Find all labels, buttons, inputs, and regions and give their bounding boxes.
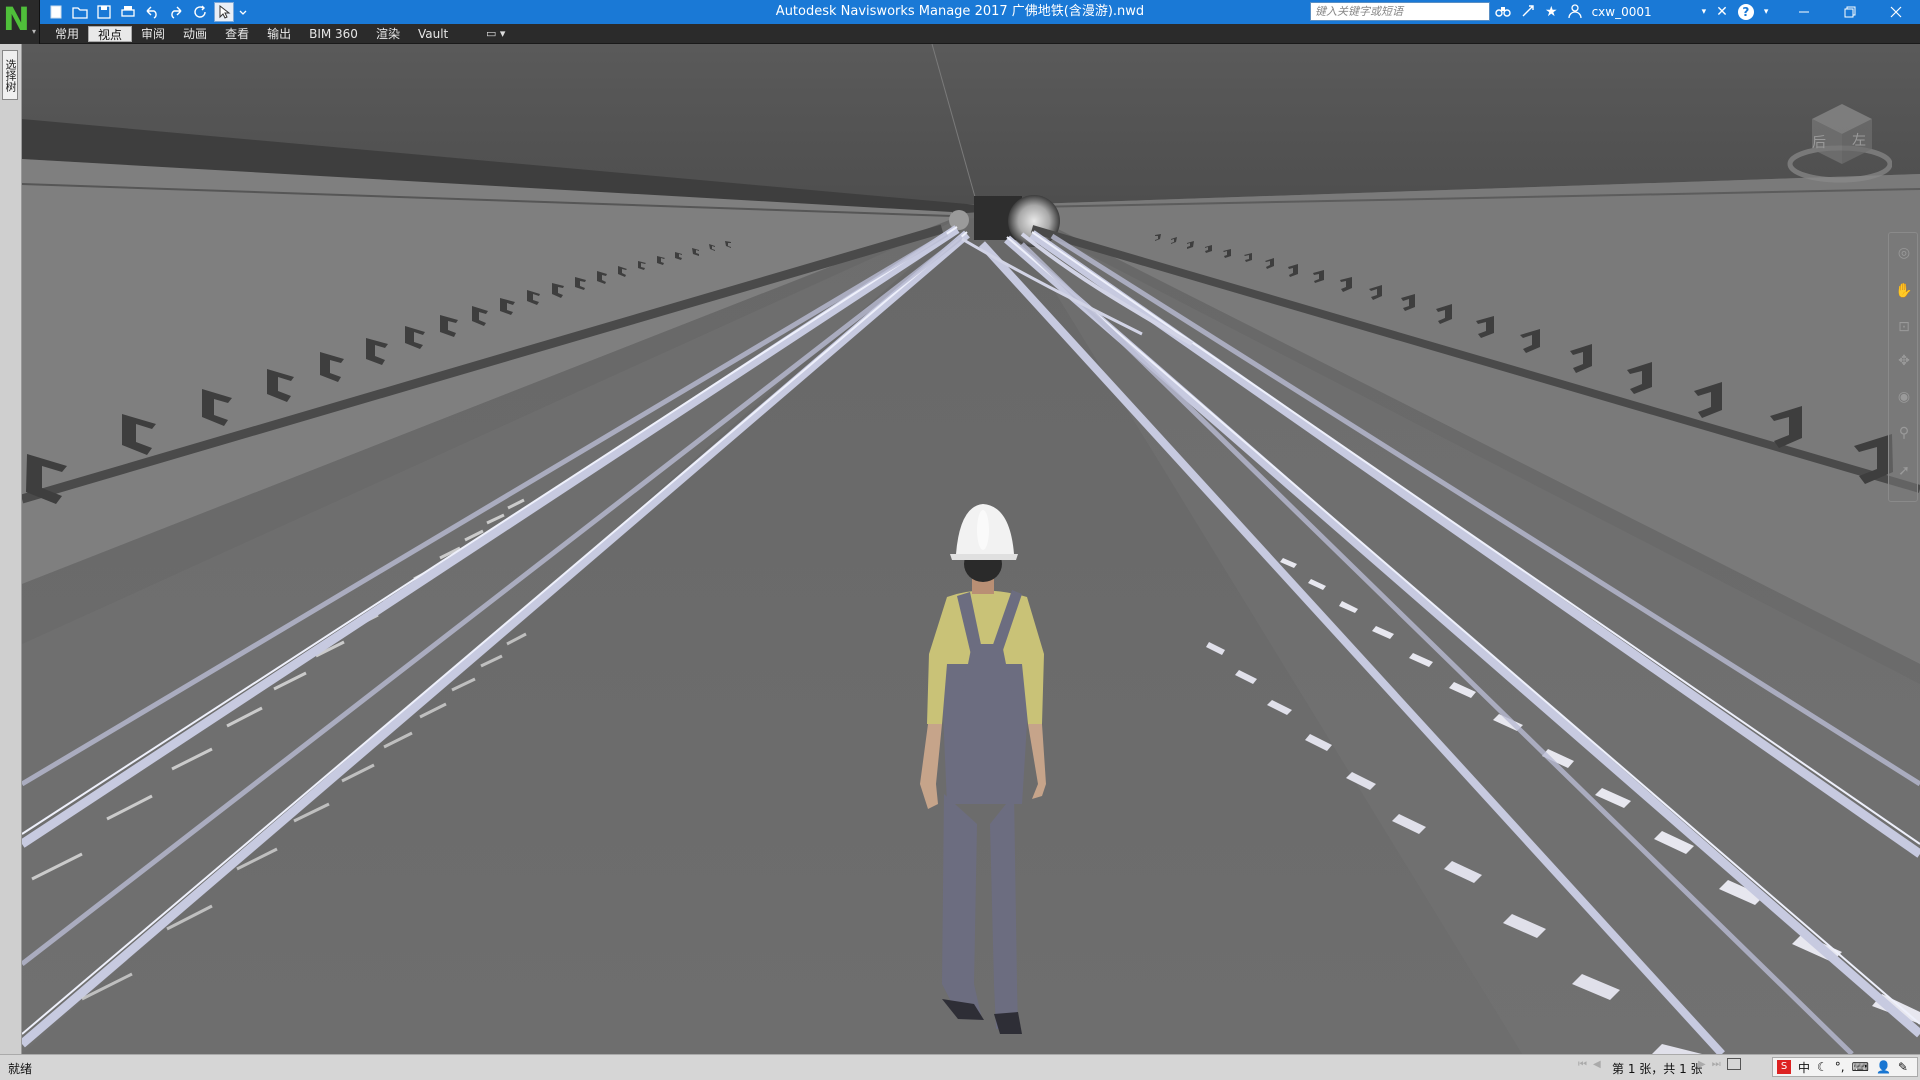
status-bar: 就绪 ⏮ ◀ 第 1 张，共 1 张 ▶ ⏭ S 中 ☾ °, ⌨ 👤 ✎ bbox=[0, 1054, 1920, 1080]
favorites-star-icon[interactable]: ★ bbox=[1545, 4, 1558, 20]
open-icon[interactable] bbox=[70, 2, 90, 22]
exchange-icon[interactable]: ✕ bbox=[1716, 4, 1728, 20]
tab-animation[interactable]: 动画 bbox=[174, 26, 216, 42]
quick-access-toolbar bbox=[46, 2, 248, 22]
ime-keyboard-icon[interactable]: ⌨ bbox=[1852, 1060, 1869, 1074]
select-icon[interactable]: ➚ bbox=[1894, 461, 1914, 481]
application-menu-button[interactable]: N ▾ bbox=[0, 0, 40, 44]
selection-tree-tab[interactable]: 选择树 bbox=[2, 50, 18, 100]
tab-view[interactable]: 查看 bbox=[216, 26, 258, 42]
user-menu-chevron-icon[interactable]: ▾ bbox=[1702, 7, 1707, 17]
restore-button[interactable] bbox=[1828, 0, 1872, 24]
look-icon[interactable]: ◉ bbox=[1894, 387, 1914, 407]
ribbon-bar: 常用 视点 审阅 动画 查看 输出 BIM 360 渲染 Vault ▭ ▾ bbox=[0, 24, 1920, 44]
sheet-info: 第 1 张，共 1 张 bbox=[1612, 1062, 1703, 1076]
title-bar: Autodesk Navisworks Manage 2017 广佛地铁(含漫游… bbox=[0, 0, 1920, 24]
user-icon[interactable] bbox=[1567, 3, 1582, 21]
ime-logo-icon[interactable]: S bbox=[1777, 1060, 1791, 1074]
status-right-tools: ▶ ⏭ bbox=[1698, 1058, 1741, 1070]
tab-home[interactable]: 常用 bbox=[46, 26, 88, 42]
ribbon-display-options[interactable]: ▭ ▾ bbox=[486, 27, 505, 40]
ime-language[interactable]: 中 bbox=[1798, 1059, 1810, 1076]
ime-settings-icon[interactable]: ✎ bbox=[1898, 1060, 1908, 1074]
new-icon[interactable] bbox=[46, 2, 66, 22]
navisworks-window: Autodesk Navisworks Manage 2017 广佛地铁(含漫游… bbox=[0, 0, 1920, 1080]
last-sheet-icon[interactable]: ⏭ bbox=[1712, 1059, 1721, 1070]
next-sheet-icon[interactable]: ▶ bbox=[1698, 1059, 1706, 1070]
save-icon[interactable] bbox=[94, 2, 114, 22]
undo-icon[interactable] bbox=[142, 2, 162, 22]
tunnel-scene bbox=[22, 44, 1920, 1054]
titlebar-tools: ★ cxw_0001 ▾ ✕ ? ▾ bbox=[1495, 2, 1768, 22]
app-menu-chevron-icon: ▾ bbox=[31, 27, 36, 36]
refresh-icon[interactable] bbox=[190, 2, 210, 22]
sheet-browser-icon[interactable] bbox=[1726, 1058, 1741, 1070]
redo-icon[interactable] bbox=[166, 2, 186, 22]
print-icon[interactable] bbox=[118, 2, 138, 22]
orbit-icon[interactable]: ✥ bbox=[1894, 351, 1914, 371]
navigation-bar: ◎ ✋ ⊡ ✥ ◉ ⚲ ➚ bbox=[1888, 232, 1918, 502]
previous-sheet-icon[interactable]: ◀ bbox=[1593, 1059, 1601, 1070]
viewcube-face-back[interactable]: 后 bbox=[1812, 132, 1826, 152]
steering-wheel-icon[interactable]: ◎ bbox=[1894, 243, 1914, 263]
communication-icon[interactable] bbox=[1521, 4, 1535, 21]
app-logo: N bbox=[3, 0, 30, 38]
ime-toolbar: S 中 ☾ °, ⌨ 👤 ✎ bbox=[1772, 1057, 1918, 1077]
tab-viewpoint[interactable]: 视点 bbox=[88, 26, 133, 42]
ribbon-tabs: 常用 视点 审阅 动画 查看 输出 BIM 360 渲染 Vault bbox=[46, 26, 457, 42]
first-sheet-icon[interactable]: ⏮ bbox=[1578, 1059, 1587, 1070]
customize-icon[interactable] bbox=[238, 2, 248, 22]
binoculars-icon[interactable] bbox=[1495, 4, 1511, 21]
zoom-icon[interactable]: ⊡ bbox=[1894, 317, 1914, 337]
tab-vault[interactable]: Vault bbox=[409, 26, 457, 42]
search-input[interactable]: 键入关键字或短语 bbox=[1310, 2, 1490, 21]
viewcube[interactable]: 后 左 bbox=[1782, 94, 1893, 184]
help-menu-chevron-icon[interactable]: ▾ bbox=[1764, 7, 1769, 17]
ime-user-icon[interactable]: 👤 bbox=[1876, 1060, 1891, 1074]
ime-moon-icon[interactable]: ☾ bbox=[1817, 1060, 1828, 1074]
tab-bim360[interactable]: BIM 360 bbox=[300, 26, 367, 42]
scene-viewport[interactable]: 后 左 ◎ ✋ ⊡ ✥ ◉ ⚲ ➚ bbox=[22, 44, 1920, 1054]
status-text: 就绪 bbox=[8, 1062, 33, 1076]
walk-icon[interactable]: ⚲ bbox=[1894, 423, 1914, 443]
minimize-button[interactable] bbox=[1782, 0, 1826, 24]
close-button[interactable] bbox=[1874, 0, 1918, 24]
ime-punctuation-icon[interactable]: °, bbox=[1835, 1060, 1845, 1074]
user-name[interactable]: cxw_0001 bbox=[1592, 5, 1652, 19]
pan-icon[interactable]: ✋ bbox=[1894, 281, 1914, 301]
tab-review[interactable]: 审阅 bbox=[132, 26, 174, 42]
tab-output[interactable]: 输出 bbox=[258, 26, 300, 42]
tab-render[interactable]: 渲染 bbox=[367, 26, 409, 42]
select-icon[interactable] bbox=[214, 2, 234, 22]
dock-strip-left: 选择树 bbox=[0, 44, 22, 1054]
viewcube-face-left[interactable]: 左 bbox=[1852, 130, 1866, 150]
sheet-navigation: ⏮ ◀ bbox=[1578, 1059, 1601, 1070]
help-icon[interactable]: ? bbox=[1737, 4, 1754, 20]
